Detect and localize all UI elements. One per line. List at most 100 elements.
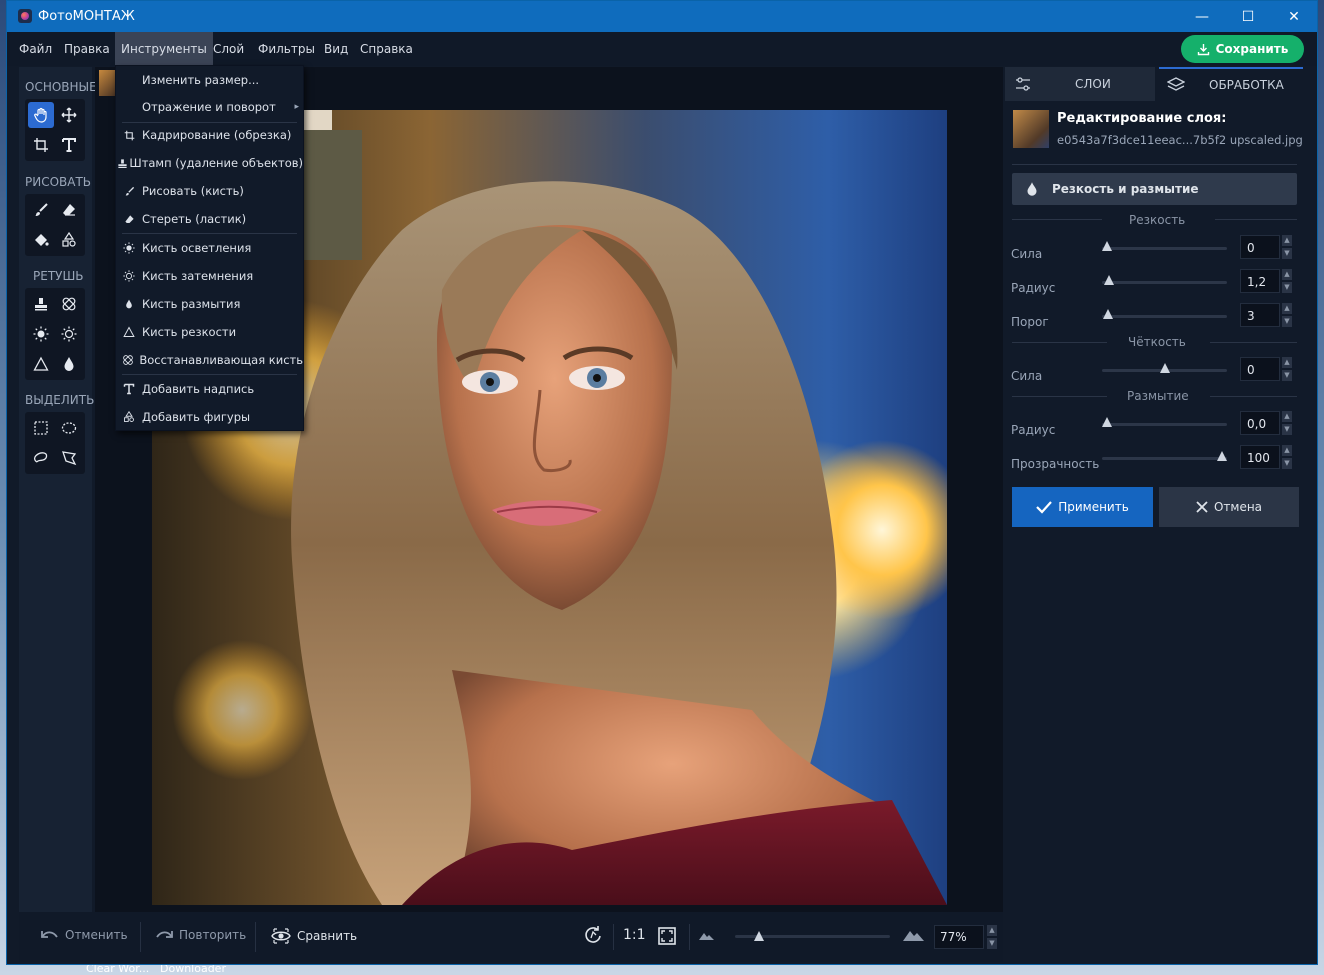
sharpen-tool-icon[interactable] — [28, 351, 54, 377]
ellipse-select-icon[interactable] — [56, 415, 82, 441]
slider-value-field[interactable]: 3 — [1240, 303, 1280, 327]
layer-edit-title: Редактирование слоя: — [1057, 111, 1227, 126]
slider-track[interactable] — [1102, 363, 1227, 373]
slider-track[interactable] — [1102, 417, 1227, 427]
undo-button[interactable]: Отменить — [41, 928, 128, 942]
crop-icon — [116, 130, 142, 141]
divider — [1012, 396, 1107, 397]
tab-processing[interactable]: ОБРАБОТКА — [1159, 67, 1303, 101]
value-spinner[interactable]: ▲ ▼ — [1282, 235, 1292, 259]
slider-value-field[interactable]: 0,0 — [1240, 411, 1280, 435]
menu-item-brush[interactable]: Рисовать (кисть) — [116, 178, 303, 204]
slider-handle[interactable] — [1102, 241, 1112, 251]
stamp-icon — [116, 158, 129, 169]
slider-handle[interactable] — [1102, 417, 1112, 427]
polygon-select-icon[interactable] — [56, 445, 82, 471]
rotate-button[interactable] — [583, 925, 603, 945]
cancel-button[interactable]: Отмена — [1159, 487, 1299, 527]
fill-tool-icon[interactable] — [28, 227, 54, 253]
brush-tool-icon[interactable] — [28, 197, 54, 223]
zoom-slider-handle[interactable] — [754, 931, 764, 941]
value-spinner[interactable]: ▲ ▼ — [1282, 411, 1292, 435]
crop-tool-icon[interactable] — [28, 132, 54, 158]
menu-item-resize[interactable]: Изменить размер... — [116, 67, 303, 93]
menu-item-add-shapes[interactable]: Добавить фигуры — [116, 404, 303, 430]
zoom-out-icon[interactable] — [699, 929, 715, 941]
stamp-tool-icon[interactable] — [28, 291, 54, 317]
section-sharpness: Резкость — [1129, 213, 1186, 227]
zoom-value-field[interactable]: 77% — [934, 925, 984, 949]
redo-button[interactable]: Повторить — [155, 928, 246, 942]
slider-track[interactable] — [1102, 309, 1227, 319]
slider-handle[interactable] — [1104, 275, 1114, 285]
blur-tool-icon[interactable] — [56, 351, 82, 377]
value-spinner[interactable]: ▲ ▼ — [1282, 445, 1292, 469]
actual-size-button[interactable]: 1:1 — [623, 927, 646, 943]
value-spinner[interactable]: ▲ ▼ — [1282, 269, 1292, 293]
lasso-select-icon[interactable] — [28, 445, 54, 471]
maximize-icon[interactable]: ☐ — [1225, 1, 1271, 32]
menu-item-dodge[interactable]: Кисть осветления — [116, 235, 303, 261]
menu-filters[interactable]: Фильтры — [252, 32, 321, 66]
zoom-spinner[interactable]: ▲ ▼ — [987, 925, 997, 949]
app-window: ФотоМОНТАЖ — ☐ ✕ Файл Правка Инструменты… — [6, 0, 1318, 965]
slider-handle[interactable] — [1160, 363, 1170, 373]
layer-thumbnail[interactable] — [99, 70, 115, 96]
fit-screen-button[interactable] — [657, 926, 677, 946]
menu-tools[interactable]: Инструменты — [115, 32, 213, 66]
close-icon[interactable]: ✕ — [1271, 1, 1317, 32]
menu-file[interactable]: Файл — [13, 32, 58, 66]
right-panel: СЛОИ ОБРАБОТКА Редактирование слоя: e054… — [1005, 67, 1315, 962]
apply-button[interactable]: Применить — [1012, 487, 1153, 527]
dodge-tool-icon[interactable] — [28, 321, 54, 347]
menu-help[interactable]: Справка — [354, 32, 419, 66]
menu-item-sharpen-brush[interactable]: Кисть резкости — [116, 319, 303, 345]
zoom-in-icon[interactable] — [903, 927, 925, 942]
slider-value-field[interactable]: 100 — [1240, 445, 1280, 469]
zoom-slider[interactable] — [735, 931, 890, 941]
menu-item-add-text[interactable]: Добавить надпись — [116, 376, 303, 402]
slider-track[interactable] — [1102, 241, 1227, 251]
shapes-tool-icon[interactable] — [56, 227, 82, 253]
menu-item-crop[interactable]: Кадрирование (обрезка) — [116, 122, 303, 148]
save-button[interactable]: Сохранить — [1181, 35, 1304, 63]
hand-tool-icon[interactable] — [28, 102, 54, 128]
eraser-tool-icon[interactable] — [56, 197, 82, 223]
divider — [1012, 219, 1102, 220]
text-tool-icon[interactable] — [56, 132, 82, 158]
slider-value-field[interactable]: 0 — [1240, 357, 1280, 381]
menu-edit[interactable]: Правка — [58, 32, 116, 66]
layer-thumbnail-large — [1013, 110, 1049, 148]
text-icon — [116, 383, 142, 395]
tools-dropdown-menu: Изменить размер... Отражение и поворот ▸ … — [115, 65, 304, 431]
value-spinner[interactable]: ▲ ▼ — [1282, 303, 1292, 327]
slider-track[interactable] — [1102, 275, 1227, 285]
menu-view[interactable]: Вид — [318, 32, 354, 66]
burn-tool-icon[interactable] — [56, 321, 82, 347]
slider-value-field[interactable]: 0 — [1240, 235, 1280, 259]
menu-item-healing[interactable]: Восстанавливающая кисть — [116, 347, 303, 373]
slider-track[interactable] — [1102, 451, 1227, 461]
sharpen-blur-panel-header[interactable]: Резкость и размытие — [1012, 173, 1297, 205]
slider-label: Прозрачность — [1011, 457, 1100, 471]
divider — [613, 924, 614, 950]
sliders-icon — [1016, 77, 1030, 91]
value-spinner[interactable]: ▲ ▼ — [1282, 357, 1292, 381]
minimize-icon[interactable]: — — [1179, 1, 1225, 32]
menu-layer[interactable]: Слой — [207, 32, 250, 66]
rect-select-icon[interactable] — [28, 415, 54, 441]
compare-button[interactable]: Сравнить — [271, 928, 357, 944]
move-tool-icon[interactable] — [56, 102, 82, 128]
slider-row: Радиус 0,0 ▲ ▼ — [1005, 411, 1305, 447]
slider-handle[interactable] — [1103, 309, 1113, 319]
slider-handle[interactable] — [1217, 451, 1227, 461]
menu-item-stamp[interactable]: Штамп (удаление объектов) — [116, 150, 303, 176]
tab-layers[interactable]: СЛОИ — [1005, 67, 1155, 101]
slider-value-field[interactable]: 1,2 — [1240, 269, 1280, 293]
menu-item-burn[interactable]: Кисть затемнения — [116, 263, 303, 289]
menu-item-eraser[interactable]: Стереть (ластик) — [116, 206, 303, 232]
menu-item-blur-brush[interactable]: Кисть размытия — [116, 291, 303, 317]
menu-item-flip-rotate[interactable]: Отражение и поворот ▸ — [116, 94, 303, 120]
menu-bar: Файл Правка Инструменты Слой Фильтры Вид… — [7, 32, 1317, 66]
healing-tool-icon[interactable] — [56, 291, 82, 317]
